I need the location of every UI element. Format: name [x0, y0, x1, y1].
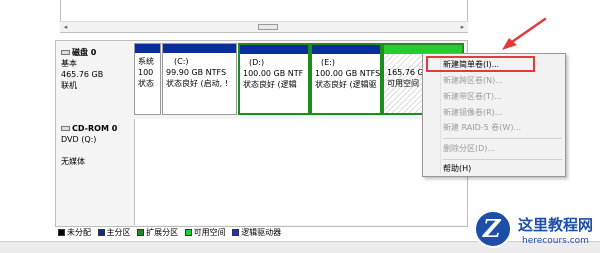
disk0-name: 磁盘 0	[72, 48, 97, 57]
legend-item: 未分配	[58, 228, 91, 238]
cdrom-info[interactable]: CD-ROM 0 DVD (Q:) 无媒体	[56, 119, 134, 225]
partition-status: 状态良好 (逻辑驱	[315, 80, 377, 89]
disk0-size: 465.76 GB	[61, 70, 104, 79]
cd-drive-icon	[61, 126, 70, 131]
cdrom-media: 无媒体	[61, 157, 85, 166]
partition-label: (D:)	[249, 58, 265, 67]
legend-item: 主分区	[97, 228, 131, 238]
menu-item-new-raid5-volume[interactable]: 新建 RAID-5 卷(W)...	[443, 122, 521, 134]
partition-status: 状态良好 (逻辑	[243, 80, 297, 89]
partition-d[interactable]: (D:) 100.00 GB NTF 状态良好 (逻辑	[238, 43, 310, 115]
hard-disk-icon	[61, 50, 70, 55]
scroll-right-icon[interactable]: ▸	[458, 23, 467, 31]
legend-item: 可用空间	[184, 228, 226, 238]
partition-label: 系统	[138, 57, 154, 66]
logo-z-icon: Z	[483, 214, 501, 243]
menu-item-new-mirrored-volume[interactable]: 新建镜像卷(R)...	[443, 107, 502, 119]
partition-status: 状态良好 (启动, !	[166, 79, 228, 88]
cdrom-drive: DVD (Q:)	[61, 135, 97, 144]
menu-item-help[interactable]: 帮助(H)	[443, 163, 471, 175]
highlight-box	[426, 56, 535, 72]
partition-status: 状态	[138, 79, 154, 88]
disk0-status: 联机	[61, 81, 77, 90]
scrollbar-thumb[interactable]	[258, 24, 278, 30]
partition-size: 100.00 GB NTFS	[315, 69, 381, 78]
partition-size: 100	[138, 68, 154, 77]
cdrom-name: CD-ROM 0	[72, 124, 118, 133]
partition-e[interactable]: (E:) 100.00 GB NTFS 状态良好 (逻辑驱	[310, 43, 382, 115]
annotation-arrow-icon	[502, 17, 547, 50]
disk0-info[interactable]: 磁盘 0 基本 465.76 GB 联机	[56, 43, 134, 115]
legend-item: 逻辑驱动器	[232, 228, 281, 238]
horizontal-scrollbar[interactable]: ◂ ▸	[60, 21, 468, 32]
menu-item-new-striped-volume[interactable]: 新建带区卷(T)...	[443, 91, 502, 103]
partition-system-reserved[interactable]: 系统 100 状态	[134, 43, 161, 115]
disk0-type: 基本	[61, 59, 77, 68]
partition-c[interactable]: (C:) 99.90 GB NTFS 状态良好 (启动, !	[162, 43, 237, 115]
legend: 未分配 主分区 扩展分区 可用空间 逻辑驱动器	[58, 228, 285, 238]
partition-size: 100.00 GB NTF	[243, 69, 304, 78]
partition-label: (E:)	[321, 58, 335, 67]
cdrom-area[interactable]	[134, 119, 467, 225]
partition-label: (C:)	[174, 57, 189, 66]
watermark-logo: Z 这里教程网 herecours.com	[470, 206, 600, 253]
menu-item-new-spanned-volume[interactable]: 新建跨区卷(N)...	[443, 75, 503, 87]
partition-size: 99.90 GB NTFS	[166, 68, 227, 77]
disk0-partitions: 系统 100 状态 (C:) 99.90 GB NTFS 状态良好 (启动, !…	[134, 43, 464, 115]
legend-item: 扩展分区	[137, 228, 178, 238]
menu-item-delete-partition[interactable]: 删除分区(D)...	[443, 143, 495, 155]
watermark-en: herecours.com	[522, 236, 589, 246]
scroll-left-icon[interactable]: ◂	[61, 23, 70, 31]
watermark-cn: 这里教程网	[518, 216, 594, 234]
